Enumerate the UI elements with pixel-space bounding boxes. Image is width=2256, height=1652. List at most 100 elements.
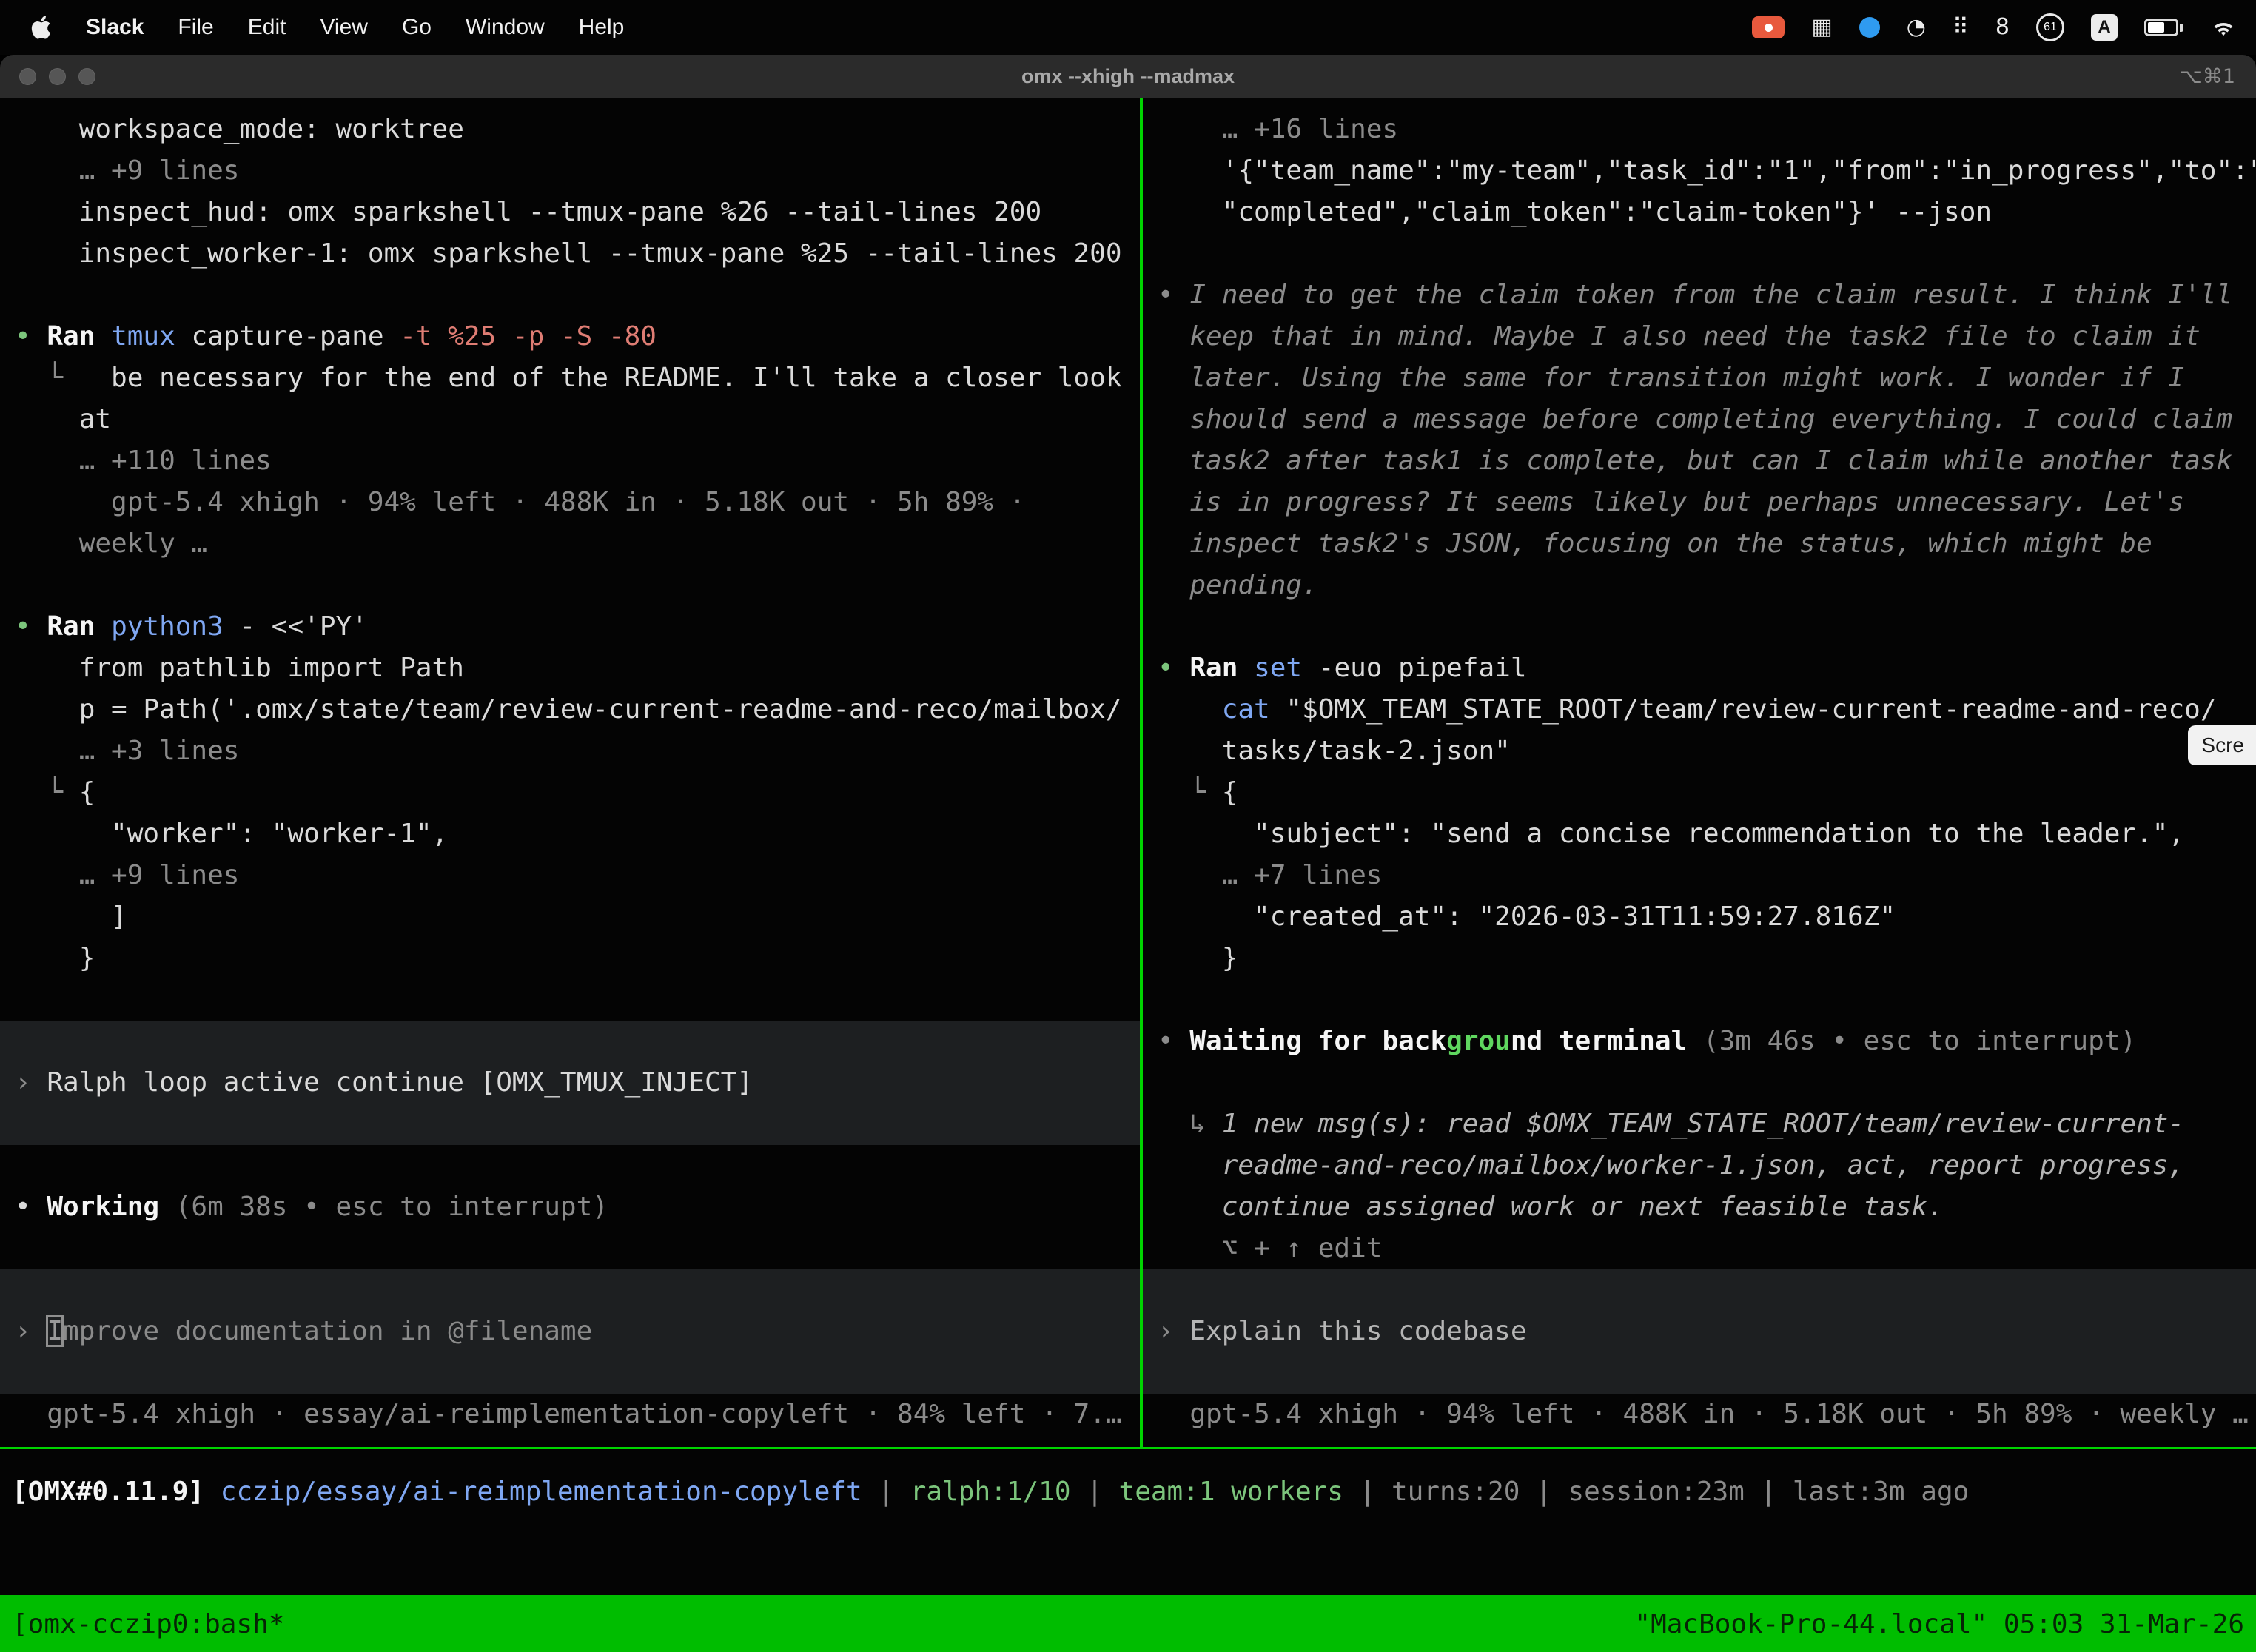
screen-recording-indicator-icon[interactable] bbox=[1752, 16, 1785, 38]
text-segment: be necessary for the end of the README. … bbox=[111, 363, 1121, 393]
text-segment: I need to get the claim token from the c… bbox=[1189, 280, 2232, 310]
text-segment: | bbox=[1343, 1477, 1391, 1507]
menu-item-slack[interactable]: Slack bbox=[86, 15, 144, 40]
close-button[interactable] bbox=[19, 68, 36, 85]
text-segment: cat bbox=[1222, 694, 1286, 725]
terminal-line: └ { bbox=[0, 772, 1140, 813]
prompt-band[interactable]: › Explain this codebase bbox=[1143, 1269, 2256, 1394]
terminal-line: … +9 lines bbox=[0, 150, 1140, 192]
text-segment: team:1 workers bbox=[1119, 1477, 1343, 1507]
terminal-line: … +9 lines bbox=[0, 855, 1140, 896]
terminal-line bbox=[0, 565, 1140, 606]
prompt-band[interactable]: › Ralph loop active continue [OMX_TMUX_I… bbox=[0, 1021, 1140, 1145]
terminal-line bbox=[1143, 1062, 2256, 1104]
terminal-line: weekly … bbox=[0, 523, 1140, 565]
menu-item-window[interactable]: Window bbox=[466, 15, 545, 40]
text-segment: ↳ bbox=[1158, 1109, 1222, 1139]
menu-item-help[interactable]: Help bbox=[579, 15, 625, 40]
menu-item-edit[interactable]: Edit bbox=[248, 15, 286, 40]
text-segment: … +3 lines bbox=[15, 736, 239, 766]
text-segment: | bbox=[862, 1477, 910, 1507]
terminal-line: "subject": "send a concise recommendatio… bbox=[1143, 813, 2256, 855]
apple-menu-icon[interactable] bbox=[30, 15, 52, 40]
text-segment: "completed","claim_token":"claim-token"}… bbox=[1158, 197, 1992, 227]
menu-item-file[interactable]: File bbox=[178, 15, 213, 40]
text-segment: ] bbox=[15, 901, 127, 932]
battery-icon[interactable] bbox=[2144, 19, 2183, 36]
text-segment: Explain this codebase bbox=[1189, 1316, 1526, 1346]
terminal-line: └ { bbox=[1143, 772, 2256, 813]
text-segment: › bbox=[15, 1067, 47, 1098]
text-segment: -euo pipefail bbox=[1318, 653, 1527, 683]
terminal-line: └ be necessary for the end of the README… bbox=[0, 357, 1140, 399]
terminal-line: workspace_mode: worktree bbox=[0, 109, 1140, 150]
prompt-band[interactable]: › Improve documentation in @filename bbox=[0, 1269, 1140, 1394]
terminal-line: pending. bbox=[1143, 565, 2256, 606]
text-segment: … +16 lines bbox=[1158, 114, 1398, 144]
terminal-line: … +3 lines bbox=[0, 731, 1140, 772]
tooltip-text: Scre bbox=[2201, 733, 2244, 757]
text-segment: { bbox=[79, 777, 95, 807]
text-segment: weekly … bbox=[15, 528, 207, 559]
text-segment: -t %25 -p -S -80 bbox=[400, 321, 657, 352]
terminal-line: … +7 lines bbox=[1143, 855, 2256, 896]
window-title: omx --xhigh --madmax bbox=[1021, 65, 1235, 88]
terminal-pane-right[interactable]: … +16 lines '{"team_name":"my-team","tas… bbox=[1143, 98, 2256, 1447]
minimize-button[interactable] bbox=[49, 68, 66, 85]
text-segment: (6m 38s • esc to interrupt) bbox=[175, 1192, 608, 1222]
terminal-line: • Ran tmux capture-pane -t %25 -p -S -80 bbox=[0, 316, 1140, 357]
terminal-pane-left[interactable]: workspace_mode: worktree … +9 lines insp… bbox=[0, 98, 1140, 1447]
blue-app-icon[interactable] bbox=[1859, 17, 1880, 38]
text-segment: - <<'PY' bbox=[239, 611, 367, 642]
text-segment: … +7 lines bbox=[1158, 860, 1382, 890]
text-segment: • bbox=[15, 1192, 47, 1222]
text-segment: … +9 lines bbox=[15, 860, 239, 890]
terminal-line bbox=[1143, 979, 2256, 1021]
terminal-line: cat "$OMX_TEAM_STATE_ROOT/team/review-cu… bbox=[1143, 689, 2256, 731]
terminal-line: } bbox=[0, 938, 1140, 979]
text-segment: task2 after task1 is complete, but can I… bbox=[1158, 446, 2232, 476]
text-segment: at bbox=[15, 404, 111, 434]
text-segment: keep that in mind. Maybe I also need the… bbox=[1158, 321, 2200, 352]
text-segment: is in progress? It seems likely but perh… bbox=[1158, 487, 2184, 517]
text-segment: later. Using the same for transition mig… bbox=[1158, 363, 2184, 393]
apple-logo-icon bbox=[30, 15, 52, 40]
text-segment: session:23m bbox=[1568, 1477, 1744, 1507]
zoom-button[interactable] bbox=[78, 68, 95, 85]
dots-grid-icon[interactable]: ⠿ bbox=[1953, 16, 1969, 38]
battery-body bbox=[2144, 19, 2178, 36]
text-segment: Ran bbox=[47, 321, 111, 352]
text-segment: continue assigned work or next feasible … bbox=[1158, 1192, 1944, 1222]
text-segment: tasks/task-2.json" bbox=[1158, 736, 1511, 766]
battery-gauge-icon[interactable]: 61 bbox=[2036, 13, 2064, 41]
text-segment bbox=[1158, 694, 1222, 725]
omx-status-pane[interactable]: [OMX#0.11.9] cczip/essay/ai-reimplementa… bbox=[0, 1449, 2256, 1595]
terminal-line bbox=[0, 275, 1140, 316]
input-source-icon[interactable]: A bbox=[2091, 14, 2118, 41]
terminal-line: inspect_worker-1: omx sparkshell --tmux-… bbox=[0, 233, 1140, 275]
menu-item-go[interactable]: Go bbox=[402, 15, 432, 40]
clock-disc-icon[interactable]: ◔ bbox=[1907, 16, 1926, 38]
terminal-line: "worker": "worker-1", bbox=[0, 813, 1140, 855]
terminal-window: omx --xhigh --madmax ⌥⌘1 workspace_mode:… bbox=[0, 55, 2256, 1652]
text-segment: • bbox=[1158, 1026, 1189, 1056]
text-segment: p = Path('.omx/state/team/review-current… bbox=[15, 694, 1122, 725]
terminal-line: later. Using the same for transition mig… bbox=[1143, 357, 2256, 399]
text-segment: readme-and-reco/mailbox/worker-1.json, a… bbox=[1158, 1150, 2184, 1181]
grid-icon[interactable]: ▦ bbox=[1811, 16, 1832, 38]
text-segment: turns:20 bbox=[1391, 1477, 1520, 1507]
text-segment: "$OMX_TEAM_STATE_ROOT/team/review-curren… bbox=[1286, 694, 2216, 725]
terminal-line: • Waiting for background terminal (3m 46… bbox=[1143, 1021, 2256, 1062]
terminal-line: • I need to get the claim token from the… bbox=[1143, 275, 2256, 316]
text-segment: › bbox=[15, 1316, 47, 1346]
figure-eight-icon[interactable]: 8 bbox=[1995, 16, 2010, 38]
text-segment: └ bbox=[15, 777, 79, 807]
text-segment: pending. bbox=[1158, 570, 1318, 600]
text-segment: • bbox=[1158, 653, 1189, 683]
tmux-status-bar: [omx-cczip0:bash* "MacBook-Pro-44.local"… bbox=[0, 1595, 2256, 1652]
text-segment: | bbox=[1071, 1477, 1119, 1507]
menu-item-view[interactable]: View bbox=[320, 15, 367, 40]
wifi-icon[interactable] bbox=[2210, 17, 2237, 38]
text-segment: └ bbox=[15, 363, 111, 393]
text-segment: Working bbox=[47, 1192, 175, 1222]
